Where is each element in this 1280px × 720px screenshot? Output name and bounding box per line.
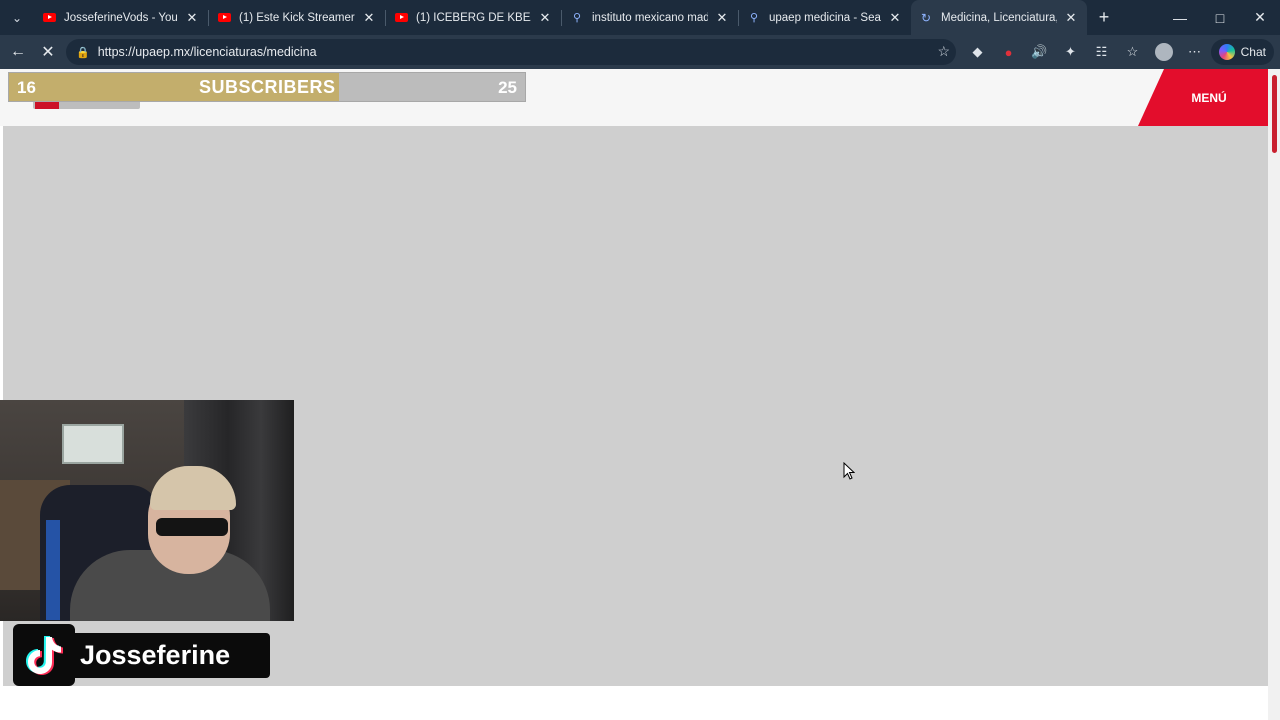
close-window-button[interactable]: ✕: [1240, 0, 1280, 35]
tab-actions-menu-button[interactable]: ⌄: [0, 0, 34, 35]
close-icon[interactable]: ✕: [361, 10, 377, 26]
webcam-chair-stripe: [46, 520, 60, 620]
tiktok-username: Josseferine: [80, 640, 231, 670]
browser-toolbar: ← ✕ 🔒 https://upaep.mx/licenciaturas/med…: [0, 35, 1280, 69]
chat-label: Chat: [1240, 45, 1266, 59]
plus-icon: +: [1098, 7, 1110, 27]
maximize-icon: □: [1215, 9, 1225, 26]
webcam-exit-sign: [62, 424, 124, 464]
back-button[interactable]: ←: [3, 37, 33, 67]
chevron-down-icon: ⌄: [11, 10, 23, 25]
page-viewport: MENÚ: [0, 69, 1280, 720]
browser-tab[interactable]: ⚲ upaep medicina - Search ✕: [739, 0, 911, 35]
extension-diamond-icon[interactable]: ◆: [962, 35, 993, 69]
tiktok-name-box: Josseferine: [75, 633, 270, 678]
browser-tab-active[interactable]: ↻ Medicina, Licenciatura, Puebla ✕: [911, 0, 1087, 35]
browser-tab[interactable]: (1) Este Kick Streamer Pensó ✕: [209, 0, 385, 35]
search-icon: ⚲: [572, 12, 582, 24]
tab-title: Medicina, Licenciatura, Puebla: [941, 11, 1057, 24]
copilot-icon: [1218, 44, 1235, 60]
stop-loading-button[interactable]: ✕: [33, 37, 63, 67]
close-icon[interactable]: ✕: [537, 10, 553, 26]
maximize-button[interactable]: □: [1200, 0, 1240, 35]
menu-label: MENÚ: [1191, 90, 1227, 105]
close-icon[interactable]: ✕: [887, 10, 903, 26]
arrow-left-icon: ←: [10, 43, 26, 60]
youtube-icon: [217, 11, 231, 25]
subscriber-count: 16: [17, 78, 36, 97]
browser-tab[interactable]: ⚲ instituto mexicano madero ✕: [562, 0, 738, 35]
close-icon[interactable]: ✕: [184, 10, 200, 26]
subscriber-label: SUBSCRIBERS: [199, 77, 336, 97]
profile-avatar-icon[interactable]: [1148, 35, 1179, 69]
tab-title: (1) ICEBERG DE KBEZUKO | S: [416, 11, 531, 24]
subscriber-goal-bar: 16 SUBSCRIBERS 25: [8, 72, 526, 102]
browser-titlebar: ⌄ JosseferineVods - YouTube ✕ (1) Este K…: [0, 0, 1280, 35]
close-icon: ✕: [1254, 9, 1266, 25]
extension-red-icon[interactable]: ●: [993, 35, 1024, 69]
loading-icon: ↻: [920, 10, 932, 25]
more-options-icon[interactable]: ⋯: [1179, 35, 1210, 69]
favorites-icon[interactable]: ☆: [1117, 35, 1148, 69]
webcam-feed: [0, 400, 294, 621]
subscriber-goal: 25: [498, 78, 517, 97]
close-icon[interactable]: ✕: [1063, 10, 1079, 26]
read-aloud-icon[interactable]: 🔊: [1024, 35, 1055, 69]
extensions-puzzle-icon[interactable]: ✦: [1055, 35, 1086, 69]
lock-icon: 🔒: [76, 46, 90, 59]
menu-button[interactable]: MENÚ: [1138, 69, 1268, 126]
tab-title: upaep medicina - Search: [769, 11, 881, 24]
search-icon: ⚲: [749, 12, 759, 24]
stop-icon: ✕: [41, 44, 55, 61]
browser-tab[interactable]: (1) ICEBERG DE KBEZUKO | S ✕: [386, 0, 561, 35]
scrollbar-thumb[interactable]: [1272, 75, 1277, 153]
address-bar[interactable]: 🔒 https://upaep.mx/licenciaturas/medicin…: [66, 39, 956, 65]
youtube-icon: [42, 11, 56, 25]
minimize-button[interactable]: —: [1160, 0, 1200, 35]
page-scrollbar[interactable]: [1268, 69, 1280, 720]
tiktok-icon: [13, 624, 75, 686]
mouse-cursor-icon: [843, 462, 855, 480]
url-text[interactable]: https://upaep.mx/licenciaturas/medicina: [98, 45, 317, 59]
collections-icon[interactable]: ☷: [1086, 35, 1117, 69]
favorite-star-icon[interactable]: ☆: [937, 43, 950, 60]
tiktok-nameplate: Josseferine: [13, 624, 270, 686]
toolbar-extensions: ◆ ● 🔊 ✦ ☷ ☆ ⋯: [962, 35, 1210, 69]
tab-title: instituto mexicano madero: [592, 11, 708, 24]
new-tab-button[interactable]: +: [1087, 0, 1121, 35]
youtube-icon: [394, 11, 408, 25]
webcam-person-sunglasses: [156, 518, 228, 536]
window-controls: — □ ✕: [1160, 0, 1280, 35]
close-icon[interactable]: ✕: [714, 10, 730, 26]
browser-tab[interactable]: JosseferineVods - YouTube ✕: [34, 0, 208, 35]
tab-title: (1) Este Kick Streamer Pensó: [239, 11, 355, 24]
tab-title: JosseferineVods - YouTube: [64, 11, 178, 24]
chat-button[interactable]: Chat: [1210, 39, 1274, 65]
minimize-icon: —: [1173, 9, 1187, 26]
